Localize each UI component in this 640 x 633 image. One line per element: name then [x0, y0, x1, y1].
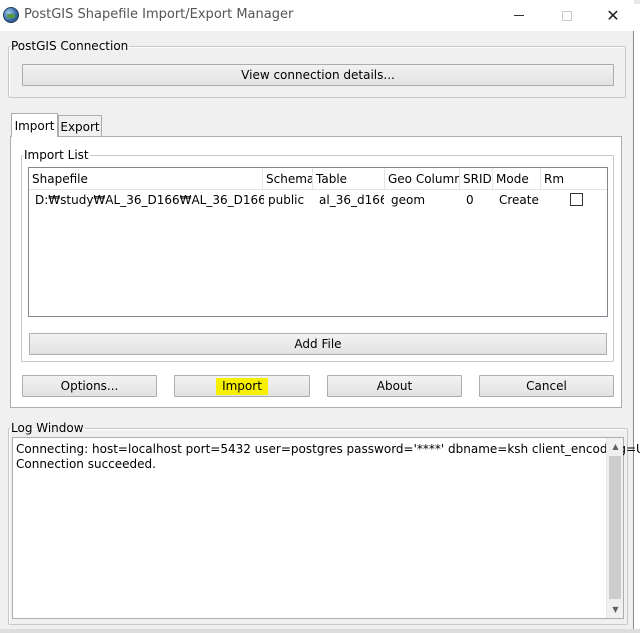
add-file-button[interactable]: Add File	[29, 333, 607, 355]
cell-schema: public	[268, 192, 305, 207]
cell-mode: Create	[499, 192, 539, 207]
scroll-up-icon[interactable]: ▲	[607, 438, 624, 455]
tab-export[interactable]: Export	[58, 115, 102, 137]
taskbar-edge	[0, 629, 640, 633]
column-header-rm[interactable]: Rm	[541, 168, 605, 189]
about-button[interactable]: About	[327, 375, 462, 397]
log-line: Connecting: host=localhost port=5432 use…	[16, 442, 640, 456]
rm-checkbox[interactable]	[570, 193, 583, 206]
column-header-geo-column[interactable]: Geo Column	[385, 168, 460, 189]
cell-srid: 0	[466, 192, 474, 207]
column-header-schema[interactable]: Schema	[263, 168, 313, 189]
minimize-icon	[514, 15, 524, 16]
about-label: About	[376, 379, 413, 393]
connection-group-label: PostGIS Connection	[11, 39, 129, 53]
add-file-label: Add File	[294, 337, 342, 351]
scroll-down-icon[interactable]: ▼	[607, 601, 624, 618]
column-header-mode[interactable]: Mode	[493, 168, 541, 189]
cancel-button[interactable]: Cancel	[479, 375, 614, 397]
options-button[interactable]: Options...	[22, 375, 157, 397]
import-list-header: Shapefile Schema Table Geo Column SRID M…	[29, 168, 607, 190]
close-button[interactable]: ✕	[590, 0, 636, 31]
log-window-group-label: Log Window	[11, 421, 84, 435]
import-list-group-label: Import List	[24, 148, 89, 162]
import-list-view[interactable]: Shapefile Schema Table Geo Column SRID M…	[28, 167, 608, 317]
tab-import[interactable]: Import	[11, 113, 58, 137]
window-title: PostGIS Shapefile Import/Export Manager	[24, 7, 294, 22]
options-label: Options...	[60, 379, 119, 393]
title-bar[interactable]: PostGIS Shapefile Import/Export Manager …	[0, 0, 634, 31]
minimize-button[interactable]	[496, 0, 542, 31]
log-scrollbar[interactable]: ▲ ▼	[606, 438, 623, 618]
import-label: Import	[216, 377, 268, 395]
maximize-button	[544, 0, 590, 31]
log-textarea[interactable]: Connecting: host=localhost port=5432 use…	[12, 437, 640, 619]
log-line: Connection succeeded.	[16, 457, 156, 471]
tab-import-label: Import	[14, 118, 55, 133]
postgis-globe-icon	[3, 7, 19, 23]
cell-geo-column: geom	[391, 192, 426, 207]
cell-rm	[567, 190, 587, 209]
view-connection-details-label: View connection details...	[241, 68, 395, 82]
cancel-label: Cancel	[526, 379, 567, 393]
tab-export-label: Export	[60, 119, 100, 134]
scrollbar-thumb[interactable]	[609, 456, 621, 599]
column-header-shapefile[interactable]: Shapefile	[29, 168, 263, 189]
cell-table: al_36_d166	[319, 192, 384, 207]
cell-shapefile: D:₩study₩AL_36_D166₩AL_36_D166.shp	[35, 192, 264, 207]
column-header-table[interactable]: Table	[313, 168, 385, 189]
import-button[interactable]: Import	[174, 375, 310, 397]
close-icon: ✕	[606, 6, 620, 25]
column-header-srid[interactable]: SRID	[460, 168, 493, 189]
maximize-icon	[562, 10, 572, 21]
view-connection-details-button[interactable]: View connection details...	[22, 64, 614, 86]
app-window: PostGIS Shapefile Import/Export Manager …	[0, 0, 640, 633]
table-row[interactable]: D:₩study₩AL_36_D166₩AL_36_D166.shp publi…	[29, 190, 607, 209]
